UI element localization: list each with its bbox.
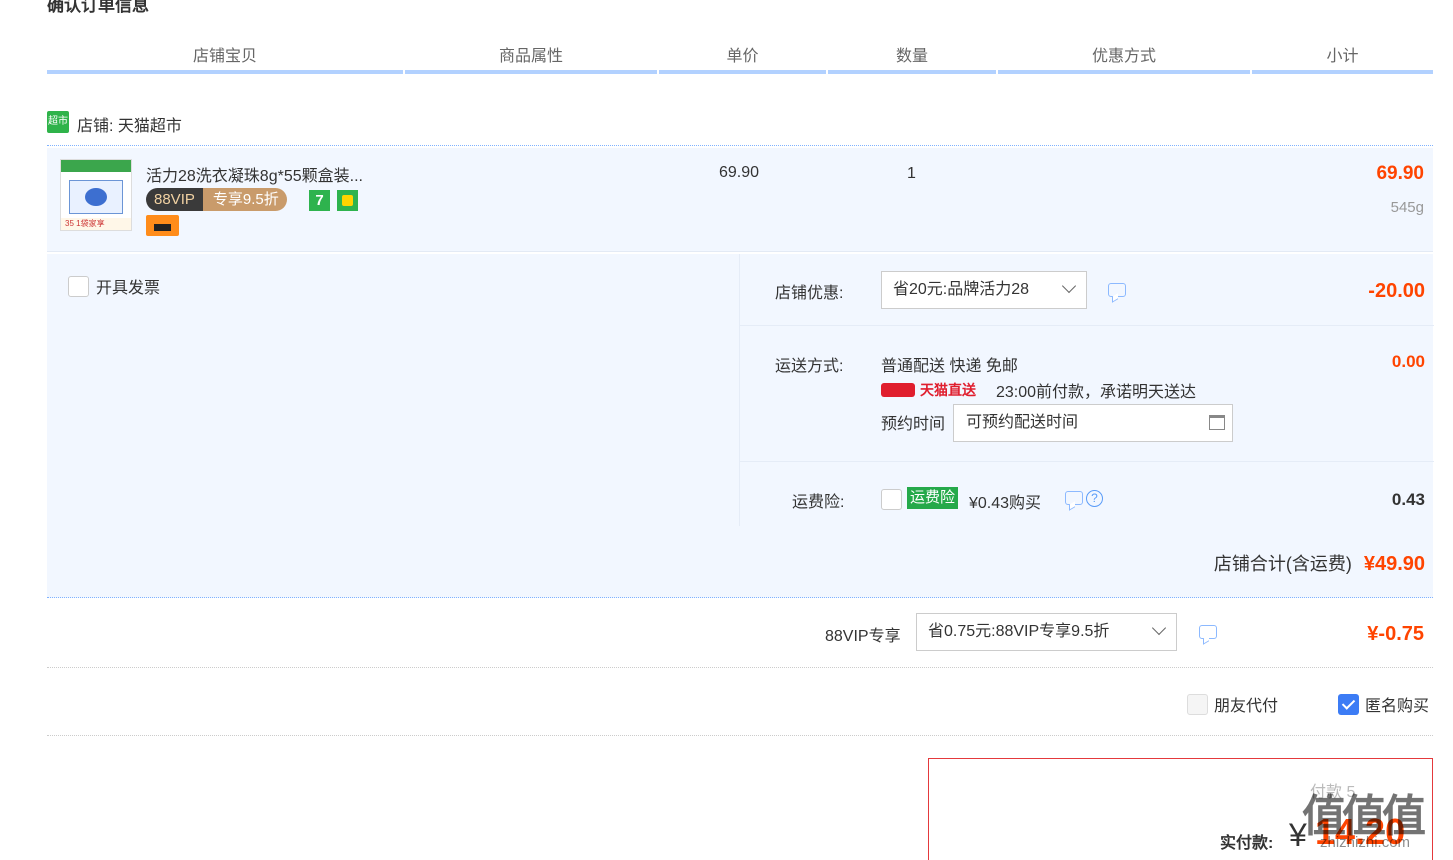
invoice-option[interactable]: 开具发票 bbox=[68, 274, 160, 298]
store-total: 店铺合计(含运费) ¥49.90 bbox=[1214, 550, 1425, 576]
shipping-label: 运送方式: bbox=[775, 358, 844, 375]
appointment-label: 预约时间 bbox=[881, 416, 946, 433]
table-header: 店铺宝贝 商品属性 单价 数量 优惠方式 小计 bbox=[47, 44, 1433, 74]
store-total-label: 店铺合计(含运费) bbox=[1213, 554, 1352, 574]
insurance-amount: 0.43 bbox=[1391, 490, 1425, 509]
store-total-amount: ¥49.90 bbox=[1363, 553, 1425, 575]
anonymous-purchase-checkbox[interactable] bbox=[1338, 693, 1359, 715]
shipping-row: 运送方式: 普通配送 快递 免邮 天猫直送 23:00前付款，承诺明天送达 预约… bbox=[740, 326, 1434, 462]
insurance-checkbox[interactable] bbox=[881, 489, 902, 510]
shipping-amount: 0.00 bbox=[1391, 352, 1425, 371]
store-discount-row: 店铺优惠: 省20元:品牌活力28 -20.00 bbox=[740, 254, 1434, 326]
appointment-time-input[interactable]: 可预约配送时间 bbox=[953, 404, 1233, 442]
unit-price: 69.90 bbox=[719, 164, 760, 181]
item-weight: 545g bbox=[1390, 199, 1424, 216]
header-attributes: 商品属性 bbox=[405, 44, 657, 74]
store-options-panel: 店铺优惠: 省20元:品牌活力28 -20.00 运送方式: 普通配送 快递 免… bbox=[739, 254, 1434, 526]
chevron-down-icon bbox=[1151, 620, 1167, 636]
header-quantity: 数量 bbox=[828, 44, 996, 74]
vip-discount-amount: ¥-0.75 bbox=[1367, 623, 1424, 645]
help-icon[interactable]: ? bbox=[1086, 490, 1103, 507]
product-title[interactable]: 活力28洗衣凝珠8g*55颗盒装... bbox=[146, 162, 363, 186]
chevron-down-icon bbox=[1061, 278, 1077, 294]
tmall-cat-icon bbox=[881, 383, 915, 397]
card-payment-icon bbox=[146, 215, 179, 236]
store-discount-label: 店铺优惠: bbox=[775, 285, 844, 302]
payment-options: 朋友代付 匿名购买 bbox=[47, 670, 1433, 736]
insurance-tag: 运费险 bbox=[907, 487, 959, 509]
invoice-label: 开具发票 bbox=[96, 280, 161, 297]
section-title: 确认订单信息 bbox=[47, 0, 149, 15]
header-discount: 优惠方式 bbox=[998, 44, 1250, 74]
message-icon[interactable] bbox=[1108, 283, 1126, 297]
watermark-url: zhizhizhi.com bbox=[1320, 834, 1411, 851]
header-subtotal: 小计 bbox=[1252, 44, 1433, 74]
shipping-insurance-row: 运费险: 运费险 ¥0.43购买 ? 0.43 bbox=[740, 462, 1434, 526]
payment-label: 实付款: bbox=[1220, 835, 1274, 852]
seven-day-return-icon: 7 bbox=[309, 190, 330, 211]
header-unit-price: 单价 bbox=[659, 44, 826, 74]
calendar-icon[interactable] bbox=[1209, 415, 1225, 430]
store-row: 超市 店铺: 天猫超市 bbox=[47, 108, 1433, 146]
product-thumbnail[interactable]: 35 1袋家享 bbox=[60, 159, 132, 231]
invoice-checkbox[interactable] bbox=[68, 275, 89, 297]
insurance-price: ¥0.43购买 bbox=[969, 495, 1042, 512]
anonymous-purchase-option[interactable]: 匿名购买 bbox=[1338, 692, 1429, 716]
shipping-method: 普通配送 快递 免邮 bbox=[881, 358, 1018, 375]
item-subtotal: 69.90 bbox=[1376, 163, 1424, 184]
vip-discount-badge: 88VIP 专享9.5折 bbox=[146, 188, 287, 211]
insurance-label: 运费险: bbox=[792, 494, 845, 511]
service-bag-icon bbox=[337, 190, 358, 211]
store-name[interactable]: 店铺: 天猫超市 bbox=[77, 112, 182, 136]
order-item-row: 35 1袋家享 活力28洗衣凝珠8g*55颗盒装... 88VIP 专享9.5折… bbox=[47, 148, 1433, 252]
order-options: 开具发票 店铺优惠: 省20元:品牌活力28 -20.00 运送方式: 普通配送… bbox=[47, 254, 1434, 598]
tmall-direct-badge: 天猫直送 bbox=[881, 380, 976, 400]
quantity: 1 bbox=[907, 165, 916, 182]
vip-discount-row: 88VIP专享 省0.75元:88VIP专享9.5折 ¥-0.75 bbox=[47, 598, 1433, 668]
message-icon[interactable] bbox=[1199, 625, 1217, 639]
delivery-promise: 23:00前付款，承诺明天送达 bbox=[996, 384, 1197, 401]
tmall-supermarket-icon: 超市 bbox=[47, 111, 69, 133]
store-discount-amount: -20.00 bbox=[1368, 280, 1425, 302]
vip-discount-label: 88VIP专享 bbox=[825, 628, 901, 645]
vip-discount-select[interactable]: 省0.75元:88VIP专享9.5折 bbox=[916, 613, 1177, 651]
friend-pay-checkbox[interactable] bbox=[1187, 693, 1208, 715]
friend-pay-option[interactable]: 朋友代付 bbox=[1187, 692, 1278, 716]
header-store-item: 店铺宝贝 bbox=[47, 44, 403, 74]
message-icon[interactable] bbox=[1065, 491, 1083, 505]
store-discount-select[interactable]: 省20元:品牌活力28 bbox=[881, 271, 1087, 309]
